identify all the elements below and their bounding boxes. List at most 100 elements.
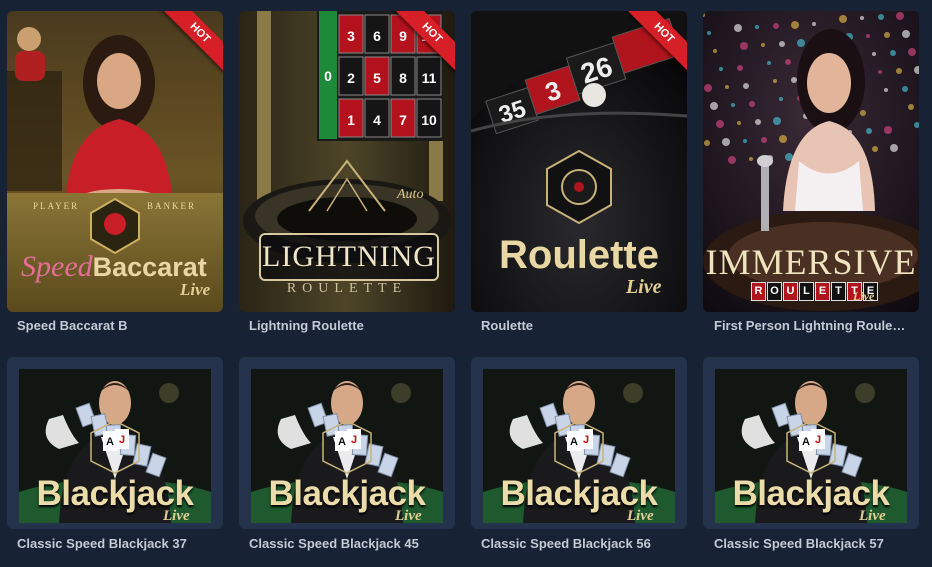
live-label: Live [626, 276, 662, 298]
svg-text:A: A [338, 436, 346, 448]
game-title[interactable]: First Person Lightning Roulette [714, 318, 906, 333]
bokeh-light [719, 67, 723, 71]
bokeh-light [878, 14, 884, 20]
bokeh-light [725, 85, 729, 89]
bokeh-light [707, 31, 711, 35]
game-title[interactable]: Speed Baccarat B [17, 318, 222, 333]
bokeh-light [743, 139, 747, 143]
bokeh-light [743, 83, 749, 89]
live-label: Live [180, 280, 211, 299]
game-tile-speed-baccarat[interactable]: PLAYER BANKER HOT SpeedBaccarat Live [7, 11, 223, 312]
bokeh-light [773, 79, 777, 83]
board-number: 7 [399, 112, 407, 128]
bokeh-light [908, 104, 914, 110]
game-tile-roulette[interactable]: 35 3 26 HOT Roulette Live [471, 11, 687, 312]
svg-text:J: J [815, 434, 821, 446]
bokeh-light [722, 138, 730, 146]
bokeh-light [902, 86, 908, 92]
svg-text:J: J [351, 434, 357, 446]
bokeh-light [878, 70, 882, 74]
auto-label: Auto [397, 187, 424, 202]
logo-letter: U [783, 282, 798, 301]
svg-text:A: A [802, 436, 810, 448]
game-logo: Roulette [499, 233, 659, 277]
svg-text:J: J [119, 434, 125, 446]
board-number: 10 [421, 112, 437, 128]
bokeh-light [734, 24, 742, 32]
bokeh-light [716, 120, 724, 128]
game-tile-immersive-roulette[interactable]: IMMERSIVE R O U L E T T E Live [703, 11, 919, 312]
logo-letter: L [799, 282, 814, 301]
table-label-player: PLAYER [33, 201, 79, 211]
bokeh-light [797, 39, 805, 47]
bokeh-light [866, 34, 870, 38]
bokeh-light [779, 97, 783, 101]
hot-badge: HOT [385, 11, 455, 81]
game-title[interactable]: Classic Speed Blackjack 56 [481, 536, 686, 551]
logo-letter: E [815, 282, 830, 301]
board-number: 4 [373, 112, 381, 128]
bokeh-light [761, 137, 767, 143]
game-thumbnail: AJ Blackjack Live [715, 369, 907, 523]
game-thumbnail: AJ Blackjack Live [483, 369, 675, 523]
game-tile-lightning-roulette[interactable]: 0 369122581114710 HOT Auto LIGHTNING ROU… [239, 11, 455, 312]
game-title[interactable]: Classic Speed Blackjack 37 [17, 536, 222, 551]
bokeh-light [731, 103, 735, 107]
game-title[interactable]: Classic Speed Blackjack 45 [249, 536, 454, 551]
bokeh-light [890, 50, 896, 56]
live-label: Live [163, 508, 190, 524]
bokeh-light [749, 101, 755, 107]
svg-text:A: A [570, 436, 578, 448]
game-title[interactable]: Roulette [481, 318, 686, 333]
game-tile-blackjack-57[interactable]: AJ Blackjack Live [703, 357, 919, 529]
board-zero: 0 [324, 68, 332, 84]
bokeh-light [872, 52, 876, 56]
bokeh-light [713, 49, 717, 53]
bokeh-light [710, 102, 718, 110]
game-logo: LIGHTNING [259, 233, 439, 281]
live-label: Live [859, 508, 886, 524]
board-number: 2 [347, 70, 355, 86]
board-number: 3 [347, 28, 355, 44]
hot-badge: HOT [617, 11, 687, 81]
bokeh-light [908, 48, 916, 56]
game-tile-blackjack-56[interactable]: AJ Blackjack Live [471, 357, 687, 529]
live-label: Live [853, 289, 875, 303]
game-tile-blackjack-45[interactable]: AJ Blackjack Live [239, 357, 455, 529]
game-title[interactable]: Lightning Roulette [249, 318, 454, 333]
game-logo: SpeedBaccarat [21, 250, 207, 283]
game-title[interactable]: Classic Speed Blackjack 57 [714, 536, 919, 551]
bokeh-light [884, 126, 892, 134]
svg-text:J: J [583, 434, 589, 446]
bokeh-light [791, 77, 797, 83]
bokeh-light [902, 30, 910, 38]
bokeh-light [779, 135, 787, 143]
game-tile-blackjack-37[interactable]: AJ Blackjack Live [7, 357, 223, 529]
bokeh-light [704, 140, 710, 146]
bokeh-light [785, 59, 791, 65]
live-label: Live [395, 508, 422, 524]
bokeh-light [737, 121, 741, 125]
board-number: 1 [347, 112, 355, 128]
bokeh-light [812, 22, 816, 26]
bokeh-light [737, 65, 743, 71]
bokeh-light [773, 23, 779, 29]
board-number: 5 [373, 70, 381, 86]
bokeh-light [767, 61, 771, 65]
bokeh-light [740, 42, 748, 50]
live-label: Live [627, 508, 654, 524]
bokeh-light [755, 119, 761, 125]
bokeh-light [890, 144, 898, 152]
bokeh-light [749, 157, 753, 161]
logo-letter: O [767, 282, 782, 301]
bokeh-light [761, 43, 765, 47]
bokeh-light [860, 110, 866, 116]
bokeh-light [839, 15, 847, 23]
game-thumbnail: AJ Blackjack Live [251, 369, 443, 523]
game-thumbnail: AJ Blackjack Live [19, 369, 211, 523]
table-label-banker: BANKER [147, 201, 196, 211]
game-logo: IMMERSIVE [705, 242, 917, 282]
bokeh-light [860, 16, 864, 20]
bokeh-light [755, 25, 759, 29]
svg-text:A: A [106, 436, 114, 448]
